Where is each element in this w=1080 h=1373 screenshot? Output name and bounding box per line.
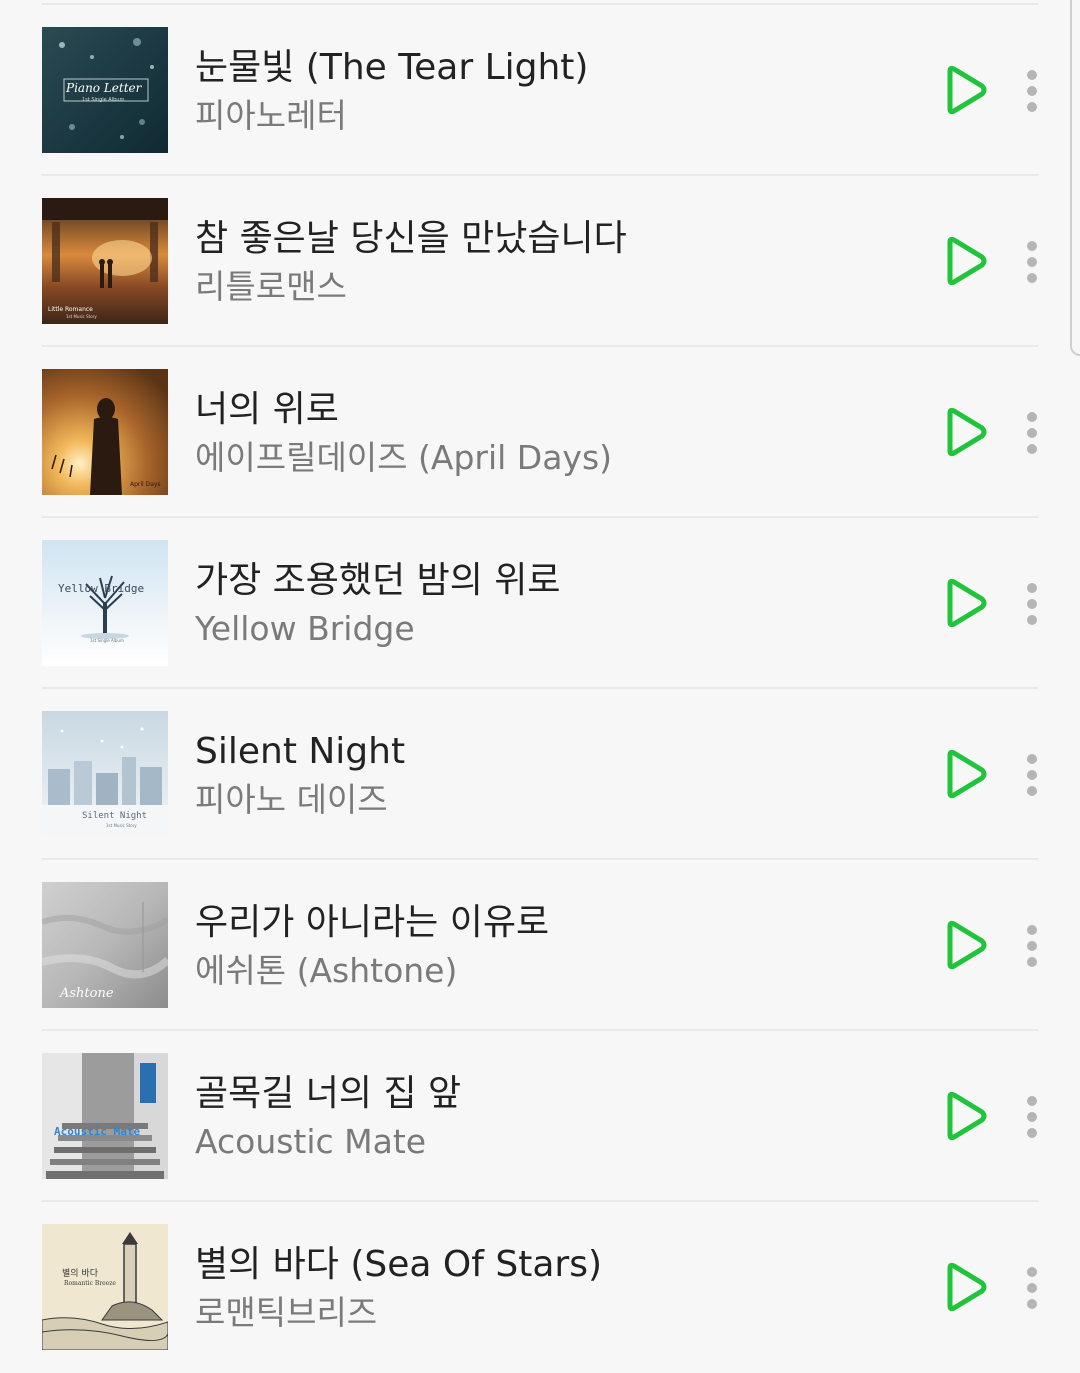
song-list: Piano Letter 1st Single Album 눈물빛 (The T…	[0, 0, 1080, 1360]
album-art: April Days	[42, 369, 168, 495]
album-art-text: 별의 바다	[62, 1269, 98, 1279]
song-row[interactable]: Acoustic Mate 골목길 너의 집 앞 Acoustic Mate	[0, 1031, 1080, 1202]
song-title: 가장 조용했던 밤의 위로	[195, 560, 561, 601]
play-icon[interactable]	[938, 1260, 992, 1314]
more-vertical-icon[interactable]	[1014, 924, 1050, 968]
album-art: Piano Letter 1st Single Album	[42, 27, 168, 153]
album-art: Silent Night 1st Music Story	[42, 711, 168, 837]
more-vertical-icon[interactable]	[1014, 411, 1050, 455]
album-art-text: April Days	[130, 481, 161, 488]
play-icon[interactable]	[938, 918, 992, 972]
song-row[interactable]: 별의 바다 Romantic Breeze 별의 바다 (Sea Of Star…	[0, 1202, 1080, 1373]
song-artist: 리틀로맨스	[195, 267, 347, 306]
song-title: 참 좋은날 당신을 만났습니다	[195, 218, 627, 259]
more-vertical-icon[interactable]	[1014, 1266, 1050, 1310]
album-art-text: Silent Night	[82, 811, 148, 821]
album-art-subtext: 1st Music Story	[66, 314, 97, 319]
play-icon[interactable]	[938, 234, 992, 288]
album-art: Ashtone	[42, 882, 168, 1008]
album-art-subtext: Romantic Breeze	[64, 1280, 116, 1287]
scrollbar[interactable]	[1070, 0, 1080, 356]
album-art-text: Yellow Bridge	[58, 582, 145, 595]
song-title: 우리가 아니라는 이유로	[195, 902, 550, 943]
song-artist: 에쉬톤 (Ashtone)	[195, 951, 458, 990]
album-art-text: Piano Letter	[66, 81, 142, 95]
song-title: 눈물빛 (The Tear Light)	[195, 47, 589, 88]
song-row[interactable]: Ashtone 우리가 아니라는 이유로 에쉬톤 (Ashtone)	[0, 860, 1080, 1031]
album-art-subtext: 1st Single Album	[82, 97, 125, 103]
song-title: 너의 위로	[195, 389, 339, 430]
song-artist: Acoustic Mate	[195, 1122, 427, 1161]
album-art-text: Little Romance	[48, 306, 93, 313]
song-artist: Yellow Bridge	[195, 609, 415, 648]
song-artist: 피아노레터	[195, 96, 347, 135]
more-vertical-icon[interactable]	[1014, 582, 1050, 626]
song-row[interactable]: Silent Night 1st Music Story Silent Nigh…	[0, 689, 1080, 860]
album-art-subtext: 1st Music Story	[106, 823, 137, 828]
song-row[interactable]: Piano Letter 1st Single Album 눈물빛 (The T…	[0, 5, 1080, 176]
song-row[interactable]: Little Romance 1st Music Story 참 좋은날 당신을…	[0, 176, 1080, 347]
more-vertical-icon[interactable]	[1014, 1095, 1050, 1139]
song-row[interactable]: April Days 너의 위로 에이프릴데이즈 (April Days)	[0, 347, 1080, 518]
play-icon[interactable]	[938, 576, 992, 630]
play-icon[interactable]	[938, 1089, 992, 1143]
song-title: 별의 바다 (Sea Of Stars)	[195, 1244, 602, 1285]
album-art-text: Ashtone	[60, 986, 114, 1001]
album-art-subtext: 1st Single Album	[90, 638, 124, 643]
play-icon[interactable]	[938, 405, 992, 459]
more-vertical-icon[interactable]	[1014, 69, 1050, 113]
song-row[interactable]: Yellow Bridge 1st Single Album 가장 조용했던 밤…	[0, 518, 1080, 689]
song-title: 골목길 너의 집 앞	[195, 1073, 462, 1114]
song-artist: 피아노 데이즈	[195, 780, 388, 819]
play-icon[interactable]	[938, 747, 992, 801]
play-icon[interactable]	[938, 63, 992, 117]
album-art: Little Romance 1st Music Story	[42, 198, 168, 324]
album-art-text: Acoustic Mate	[54, 1125, 141, 1138]
song-artist: 에이프릴데이즈 (April Days)	[195, 438, 613, 477]
more-vertical-icon[interactable]	[1014, 240, 1050, 284]
album-art: Yellow Bridge 1st Single Album	[42, 540, 168, 666]
song-artist: 로맨틱브리즈	[195, 1293, 378, 1332]
more-vertical-icon[interactable]	[1014, 753, 1050, 797]
song-title: Silent Night	[195, 731, 406, 772]
album-art: 별의 바다 Romantic Breeze	[42, 1224, 168, 1350]
album-art: Acoustic Mate	[42, 1053, 168, 1179]
